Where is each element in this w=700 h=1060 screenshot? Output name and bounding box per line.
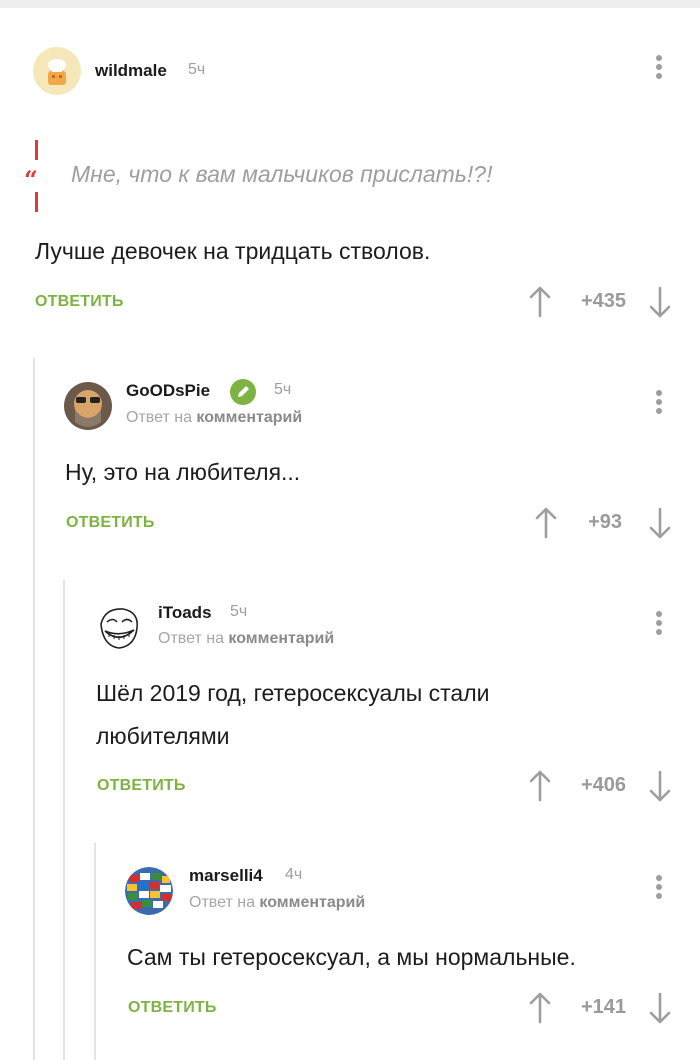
arrow-down-icon[interactable] [648,992,672,1024]
reply-to-target[interactable]: комментарий [259,894,365,911]
top-divider [0,0,700,8]
quote-bar-bottom [35,192,38,212]
quoted-text: Мне, что к вам мальчиков прислать!?! [71,161,493,187]
avatar-image [33,47,81,95]
reply-to-prefix: Ответ на [126,409,192,426]
thread-line-level-2[interactable] [63,580,65,1060]
vote-score: +406 [580,774,626,796]
reply-to-link[interactable]: Ответ на комментарий [189,894,365,912]
more-vertical-icon[interactable] [654,611,664,639]
reply-button[interactable]: ОТВЕТИТЬ [66,514,155,532]
quote-icon: “ [24,165,38,194]
comment-text-line-2: любителями [96,723,230,749]
arrow-up-icon[interactable] [528,286,552,318]
reply-button[interactable]: ОТВЕТИТЬ [97,777,186,795]
username[interactable]: GoODsPie [126,381,210,401]
reply-to-target[interactable]: комментарий [228,630,334,647]
username[interactable]: wildmale [95,61,167,81]
arrow-down-icon[interactable] [648,507,672,539]
vote-score: +141 [580,996,626,1018]
arrow-down-icon[interactable] [648,286,672,318]
comment-time: 4ч [285,866,303,883]
reply-to-prefix: Ответ на [158,630,224,647]
username[interactable]: marselli4 [189,866,263,886]
more-vertical-icon[interactable] [654,875,664,903]
reply-to-target[interactable]: комментарий [196,409,302,426]
reply-button[interactable]: ОТВЕТИТЬ [35,293,124,311]
more-vertical-icon[interactable] [654,55,664,83]
arrow-up-icon[interactable] [528,992,552,1024]
arrow-up-icon[interactable] [528,770,552,802]
comment-text-line-1: Шёл 2019 год, гетеросексуалы стали [96,680,490,706]
avatar[interactable] [125,867,173,915]
reply-to-link[interactable]: Ответ на комментарий [126,409,302,427]
arrow-down-icon[interactable] [648,770,672,802]
thread-line-level-3[interactable] [94,843,96,1060]
avatar[interactable] [33,47,81,95]
quote-bar-top [35,140,38,160]
reply-button[interactable]: ОТВЕТИТЬ [128,999,217,1017]
avatar[interactable] [64,382,112,430]
username[interactable]: iToads [158,603,212,623]
comment-time: 5ч [188,61,206,78]
avatar-image [125,867,173,915]
comment-time: 5ч [230,603,248,620]
comment-text: Лучше девочек на тридцать стволов. [35,238,431,264]
avatar-image [95,604,143,652]
comment-text: Сам ты гетеросексуал, а мы нормальные. [127,944,576,970]
comment-time: 5ч [274,381,292,398]
more-vertical-icon[interactable] [654,390,664,418]
avatar-image [64,382,112,430]
reply-to-link[interactable]: Ответ на комментарий [158,630,334,648]
comment-text: Ну, это на любителя... [65,459,301,485]
vote-score: +435 [580,290,626,312]
thread-line-level-1[interactable] [33,358,35,1060]
avatar[interactable] [95,604,143,652]
pencil-icon [230,379,256,405]
vote-score: +93 [588,511,622,533]
reply-to-prefix: Ответ на [189,894,255,911]
